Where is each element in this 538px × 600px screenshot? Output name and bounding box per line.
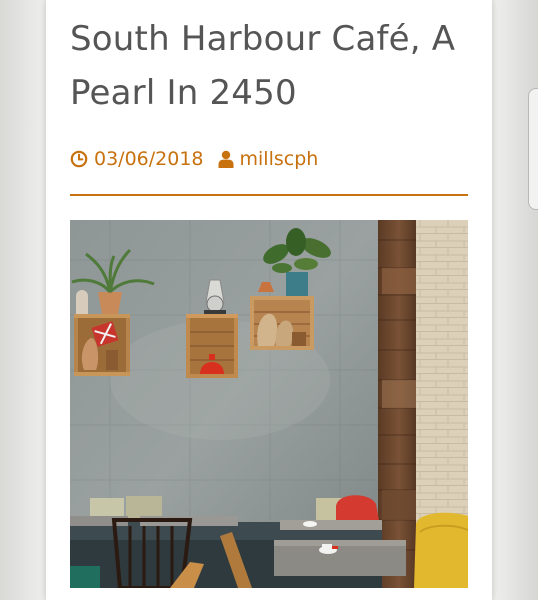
- page-background: South Harbour Café, A Pearl In 2450 03/0…: [0, 0, 538, 600]
- yellow-seat: [414, 512, 468, 588]
- post-meta: 03/06/2018 millscph: [70, 146, 318, 172]
- post-title[interactable]: South Harbour Café, A Pearl In 2450: [70, 12, 480, 120]
- post-date-link[interactable]: 03/06/2018: [70, 148, 204, 170]
- post-author: millscph: [239, 148, 319, 170]
- middle-crate: [186, 314, 238, 378]
- clock-icon: [70, 150, 88, 168]
- left-crate: [74, 314, 130, 376]
- post-date: 03/06/2018: [94, 148, 204, 170]
- post-author-link[interactable]: millscph: [218, 148, 319, 170]
- user-icon: [218, 150, 234, 168]
- meta-divider: [70, 194, 468, 196]
- post-card: South Harbour Café, A Pearl In 2450 03/0…: [46, 0, 492, 600]
- edge-scroll-handle[interactable]: [528, 88, 538, 210]
- featured-image[interactable]: [70, 220, 468, 588]
